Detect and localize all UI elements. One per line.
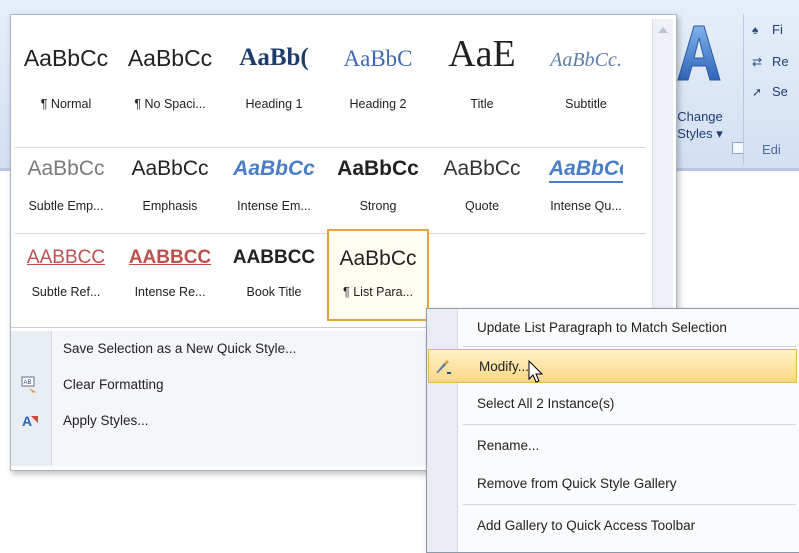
style-heading-2[interactable]: AaBbC Heading 2 [327, 27, 429, 119]
style-intense-reference[interactable]: AABBCC Intense Re... [119, 233, 221, 325]
gallery-scrollbar[interactable] [652, 19, 673, 319]
style-name: Intense Em... [237, 199, 311, 213]
menu-separator [463, 504, 796, 505]
replace-label: Re [772, 54, 789, 69]
style-heading-1[interactable]: AaBb( Heading 1 [223, 27, 325, 119]
change-styles-label-line2: Styles ▾ [677, 126, 723, 141]
style-name: Intense Re... [134, 285, 206, 299]
style-strong[interactable]: AaBbCc Strong [327, 149, 429, 241]
svg-text:AB: AB [24, 380, 32, 386]
binoculars-icon: ♠ [752, 23, 759, 37]
remove-from-gallery-item[interactable]: Remove from Quick Style Gallery [427, 467, 798, 501]
group-separator [743, 14, 744, 164]
mouse-cursor-icon [528, 360, 544, 383]
editing-group: ♠ Fi ⇄ Re ➚ Se Edi [746, 14, 799, 164]
style-preview: AaBbCc [339, 247, 417, 270]
menu-item-label: Apply Styles... [63, 413, 149, 428]
select-button[interactable]: ➚ Se [752, 84, 788, 106]
scroll-up-icon[interactable] [658, 27, 668, 33]
style-preview: AaBbCc [127, 45, 213, 71]
style-name: Heading 1 [245, 97, 303, 111]
replace-icon: ⇄ [752, 55, 763, 69]
style-preview: AABBCC [26, 247, 106, 268]
style-name: Heading 2 [349, 97, 407, 111]
menu-item-label: Remove from Quick Style Gallery [477, 476, 677, 491]
style-name: Intense Qu... [550, 199, 622, 213]
style-name: Title [470, 97, 494, 111]
style-preview: AaBbCc [131, 157, 209, 180]
style-list-paragraph[interactable]: AaBbCc ¶ List Para... [327, 229, 429, 321]
style-name: ¶ List Para... [343, 285, 413, 299]
menu-item-label: Select All 2 Instance(s) [477, 396, 615, 411]
style-name: Subtle Emp... [28, 199, 104, 213]
style-name: Quote [464, 199, 500, 213]
style-normal[interactable]: AaBbCc ¶ Normal [15, 27, 117, 119]
style-no-spacing[interactable]: AaBbCc ¶ No Spaci... [119, 27, 221, 119]
style-intense-quote[interactable]: AaBbCc Intense Qu... [535, 149, 637, 241]
modify-icon [436, 360, 451, 374]
style-preview: AaBb( [239, 44, 309, 71]
style-preview: AaBbCc. [550, 49, 622, 71]
style-name: Emphasis [142, 199, 198, 213]
style-name: Strong [359, 199, 397, 213]
clear-formatting-icon: AB [21, 376, 36, 393]
style-preview: AABBCC [128, 247, 212, 268]
style-subtle-reference[interactable]: AABBCC Subtle Ref... [15, 233, 117, 325]
style-preview: AaBbC [343, 46, 413, 71]
menu-item-label: Save Selection as a New Quick Style... [63, 341, 297, 356]
add-gallery-to-qat-item[interactable]: Add Gallery to Quick Access Toolbar [427, 509, 798, 543]
style-intense-emphasis[interactable]: AaBbCc Intense Em... [223, 149, 325, 241]
menu-item-label: Modify... [479, 359, 530, 374]
style-subtle-emphasis[interactable]: AaBbCc Subtle Emp... [15, 149, 117, 241]
style-preview: AABBCC [232, 247, 316, 268]
style-emphasis[interactable]: AaBbCc Emphasis [119, 149, 221, 241]
change-styles-label-line1: Change [677, 109, 723, 124]
style-preview: AaBbCc [549, 157, 623, 183]
style-name: ¶ Normal [40, 97, 92, 111]
svg-text:A: A [22, 413, 32, 429]
styles-grid: AaBbCc ¶ Normal AaBbCc ¶ No Spaci... AaB… [15, 21, 645, 321]
style-subtitle[interactable]: AaBbCc. Subtitle [535, 27, 637, 119]
menu-item-label: Clear Formatting [63, 377, 164, 392]
replace-button[interactable]: ⇄ Re [752, 54, 789, 76]
menu-separator [463, 424, 796, 425]
style-name: ¶ No Spaci... [134, 97, 206, 111]
apply-styles-icon: A [22, 413, 38, 429]
style-name: Book Title [246, 285, 302, 299]
style-preview: AaE [448, 33, 516, 75]
menu-separator [463, 346, 796, 347]
change-styles-icon [677, 25, 721, 81]
select-cursor-icon: ➚ [752, 85, 763, 99]
style-name: Subtle Ref... [31, 285, 101, 299]
style-name: Subtitle [565, 97, 607, 111]
row-separator [15, 147, 645, 148]
style-preview: AaBbCc [27, 157, 105, 180]
editing-group-label: Edi [762, 142, 781, 157]
style-preview: AaBbCc [337, 157, 419, 180]
style-context-menu: Update List Paragraph to Match Selection… [426, 308, 799, 553]
style-title[interactable]: AaE Title [431, 27, 533, 119]
style-quote[interactable]: AaBbCc Quote [431, 149, 533, 241]
menu-item-label: Rename... [477, 438, 540, 453]
menu-item-label: Add Gallery to Quick Access Toolbar [477, 518, 696, 533]
select-label: Se [772, 84, 788, 99]
rename-item[interactable]: Rename... [427, 429, 798, 463]
style-preview: AaBbCc [233, 157, 315, 180]
style-preview: AaBbCc [443, 157, 521, 180]
update-to-match-selection-item[interactable]: Update List Paragraph to Match Selection [427, 311, 798, 345]
style-book-title[interactable]: AABBCC Book Title [223, 233, 325, 325]
style-preview: AaBbCc [23, 45, 109, 71]
select-all-instances-item[interactable]: Select All 2 Instance(s) [427, 387, 798, 421]
menu-item-label: Update List Paragraph to Match Selection [477, 320, 727, 335]
find-label: Fi [772, 22, 783, 37]
modify-item[interactable]: Modify... [428, 349, 797, 383]
find-button[interactable]: ♠ Fi [752, 22, 783, 44]
